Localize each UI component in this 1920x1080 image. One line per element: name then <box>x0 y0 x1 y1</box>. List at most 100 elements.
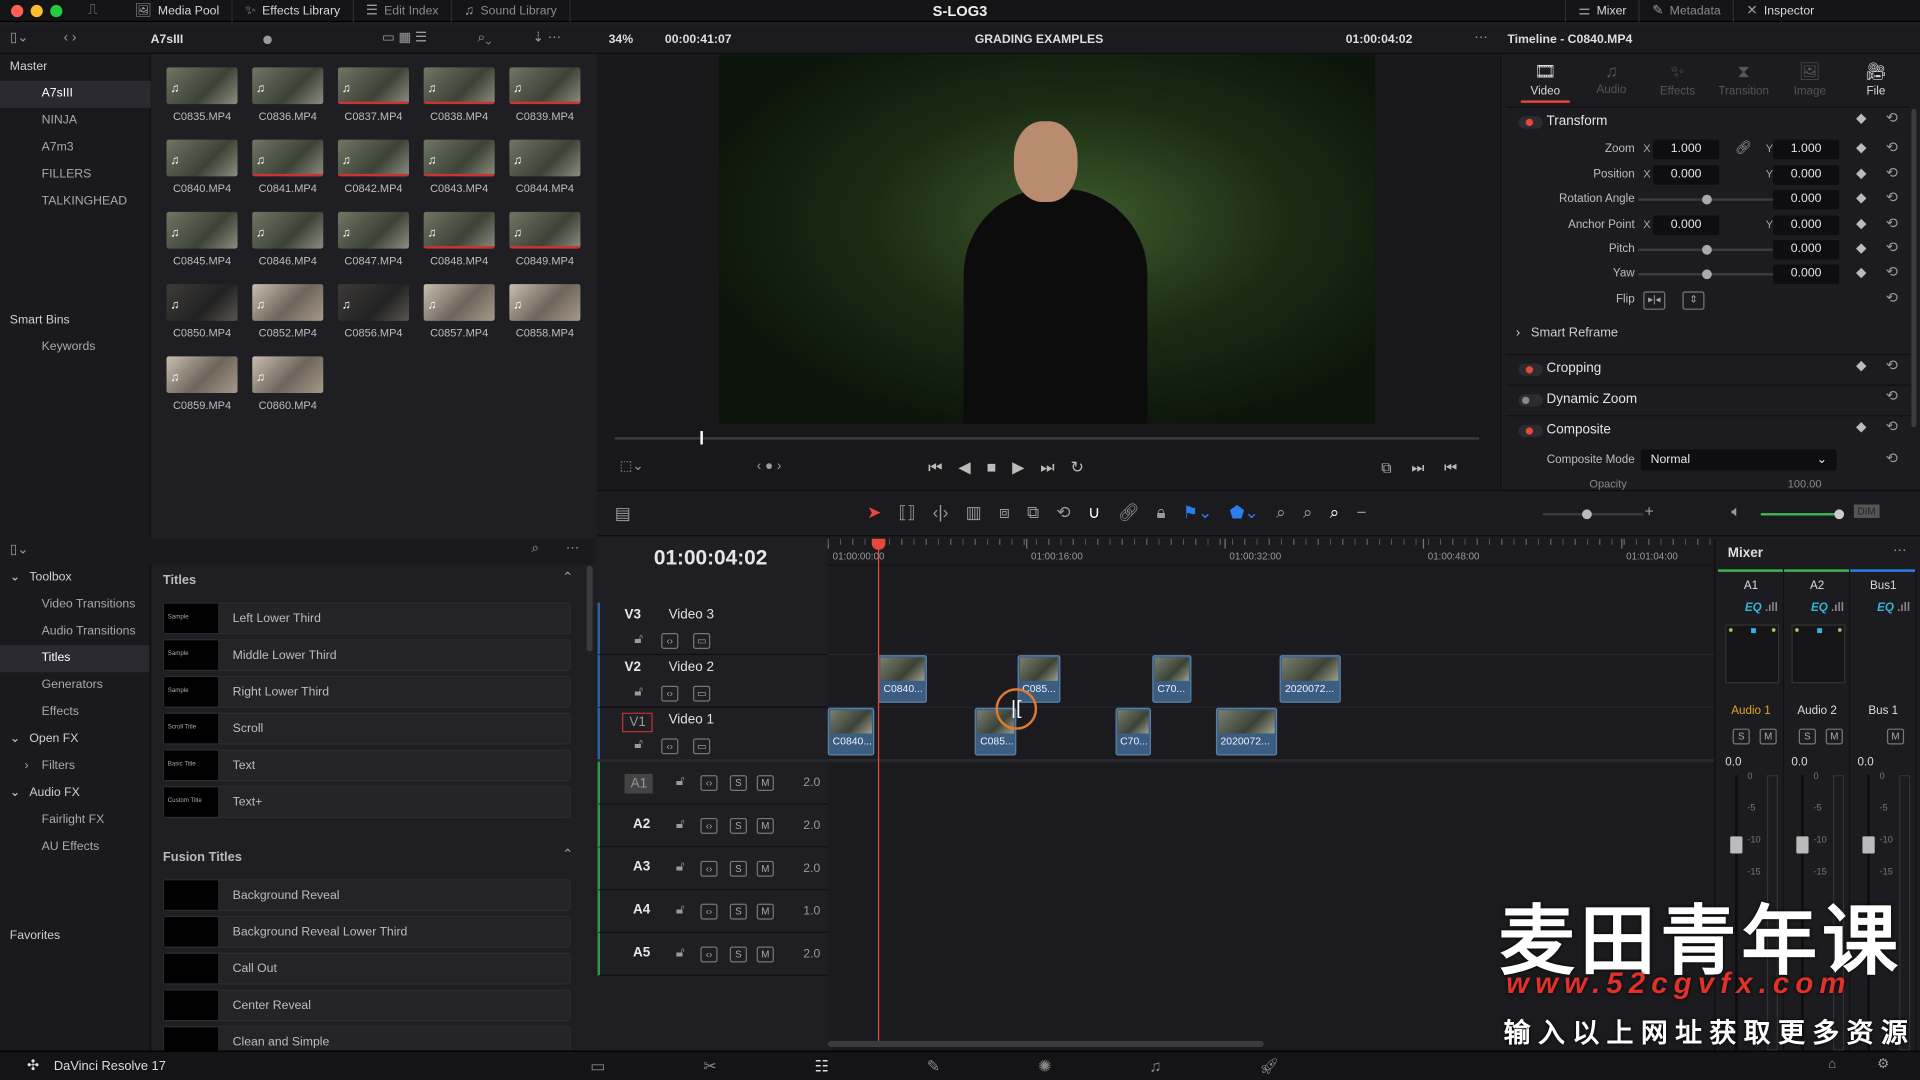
anchor-point-y-field[interactable]: 0.000 <box>1773 215 1840 236</box>
play-reverse-icon[interactable]: ◀ <box>958 458 970 478</box>
effects-tree-item[interactable]: Video Transitions <box>0 591 149 618</box>
lock-icon[interactable]: 🔓︎ <box>676 946 685 960</box>
back-forward-icon[interactable]: ‹ › <box>64 31 77 45</box>
transform-section[interactable]: Transform ⟲ <box>1506 106 1911 136</box>
zoom-out-icon[interactable]: − <box>1356 502 1366 523</box>
reset-icon[interactable]: ⟲ <box>1886 418 1898 435</box>
media-clip-name[interactable]: C0848.MP4 <box>416 255 502 267</box>
track-visibility-icon[interactable]: ▭ <box>693 685 711 702</box>
audio-track-header-a1[interactable]: A1 🔓︎ ‹› S M 2.0 <box>597 761 828 805</box>
auto-select-icon[interactable]: ‹› <box>700 775 718 792</box>
title-item[interactable]: Sample Middle Lower Third <box>162 639 571 672</box>
audio-track-header-a2[interactable]: A2 🔓︎ ‹› S M 2.0 <box>597 804 828 848</box>
master-volume-slider[interactable] <box>1760 509 1845 520</box>
title-item[interactable]: Custom Title Text+ <box>162 786 571 818</box>
anchor-point-x-field[interactable]: 0.000 <box>1653 215 1720 236</box>
timeline-clip[interactable]: C0840... <box>878 655 927 703</box>
zoom-detail-icon[interactable]: ⌕ <box>1303 502 1313 523</box>
media-clip-name[interactable]: C0842.MP4 <box>331 182 417 194</box>
track-destination-toggle[interactable]: A3 <box>633 860 650 875</box>
overwrite-clip-icon[interactable]: ⧉ <box>1027 502 1039 523</box>
media-clip-name[interactable]: C0837.MP4 <box>331 110 417 122</box>
pan-control[interactable] <box>1725 624 1780 684</box>
reset-icon[interactable]: ⟲ <box>1886 387 1898 404</box>
media-clip-name[interactable]: C0856.MP4 <box>331 327 417 339</box>
media-clip-thumbnail[interactable]: ♫ <box>509 139 581 177</box>
media-clip-name[interactable]: C0835.MP4 <box>159 110 245 122</box>
mute-button[interactable]: M <box>756 903 774 920</box>
solo-button[interactable]: S <box>729 817 747 834</box>
smart-bin-item[interactable]: Keywords <box>0 334 151 361</box>
volume-icon[interactable]: 🔈︎ <box>1731 503 1741 519</box>
more-options-icon[interactable]: ⋯ <box>1474 31 1487 45</box>
inspector-scrollbar[interactable] <box>1911 108 1917 428</box>
lock-icon[interactable]: 🔓︎ <box>634 685 643 699</box>
pan-control[interactable] <box>1791 624 1846 684</box>
sidebar-toggle-icon[interactable]: ▯⌄ <box>10 31 29 45</box>
effects-options-icon[interactable]: ⋯ <box>566 542 579 555</box>
zoom-in-icon[interactable]: + <box>1644 503 1653 519</box>
volume-fader[interactable] <box>1730 836 1743 854</box>
media-clip-thumbnail[interactable]: ♫ <box>423 139 495 177</box>
timeline-clip[interactable]: C70... <box>1152 655 1191 703</box>
settings-gear-icon[interactable]: ⚙ <box>1877 1057 1889 1071</box>
effects-tree-item[interactable]: Audio Transitions <box>0 618 149 645</box>
media-clip-name[interactable]: C0838.MP4 <box>416 110 502 122</box>
media-clip-thumbnail[interactable]: ♫ <box>423 284 495 321</box>
solo-button[interactable]: S <box>729 946 747 963</box>
lock-icon[interactable]: 🔓︎ <box>676 903 685 917</box>
title-item[interactable]: Sample Left Lower Third <box>162 602 571 635</box>
dynamic-zoom-toggle[interactable] <box>1518 394 1543 407</box>
fusion-title-item[interactable]: Background Reveal Lower Third <box>162 915 571 948</box>
track-destination-toggle[interactable]: A5 <box>633 945 650 960</box>
edit-page-icon[interactable]: ☷ <box>815 1057 829 1077</box>
mute-button[interactable]: M <box>756 860 774 877</box>
cut-page-icon[interactable]: ✂︎ <box>703 1057 716 1077</box>
eq-button[interactable]: EQ .ıll <box>1811 601 1844 614</box>
solo-button[interactable]: S <box>1798 728 1816 745</box>
fusion-title-item[interactable]: Center Reveal <box>162 989 571 1022</box>
media-clip-thumbnail[interactable]: ♫ <box>509 67 581 105</box>
sort-icon[interactable]: ⇣ ⋯ <box>533 31 562 45</box>
mixer-options-icon[interactable]: ⋯ <box>1893 544 1906 558</box>
auto-select-icon[interactable]: ‹› <box>700 946 718 963</box>
video-track-header-v2[interactable]: V2 Video 2 🔓︎ ‹› ▭ <box>597 655 828 708</box>
deliver-page-icon[interactable]: 🚀︎ <box>1259 1057 1279 1077</box>
media-page-icon[interactable]: ▭ <box>590 1057 605 1077</box>
yaw-slider[interactable] <box>1638 269 1774 280</box>
cropping-toggle[interactable] <box>1518 363 1543 376</box>
dim-button[interactable]: DIM <box>1853 504 1880 518</box>
lock-icon[interactable]: 🔓︎ <box>634 738 643 751</box>
tab-metadata[interactable]: ✎ Metadata <box>1638 0 1733 23</box>
timeline-selector[interactable]: GRADING EXAMPLES <box>975 33 1104 46</box>
mute-button[interactable]: M <box>756 817 774 834</box>
rotation-field[interactable]: 0.000 <box>1773 189 1840 210</box>
next-edit-icon[interactable]: ⏭ <box>1411 459 1424 477</box>
zoom-full-icon[interactable]: ⌕ <box>1276 502 1286 523</box>
keyframe-nav-icon[interactable]: ‹ ● › <box>757 460 782 473</box>
viewer-zoom[interactable]: 34% <box>609 33 634 46</box>
media-clip-name[interactable]: C0843.MP4 <box>416 182 502 194</box>
playhead[interactable] <box>872 538 886 1041</box>
solo-button[interactable]: S <box>729 903 747 920</box>
reset-icon[interactable]: ⟲ <box>1886 189 1898 206</box>
snapping-icon[interactable]: ∪ <box>1088 502 1101 523</box>
titles-section-header[interactable]: Titles <box>163 573 196 588</box>
tab-mixer[interactable]: ⚌ Mixer <box>1564 0 1639 23</box>
stop-icon[interactable]: ■ <box>987 458 997 478</box>
audio-track-header-a3[interactable]: A3 🔓︎ ‹› S M 2.0 <box>597 847 828 891</box>
effects-tree-item[interactable]: Effects <box>0 699 149 726</box>
inspector-tab-image[interactable]: 🖼︎ Image <box>1778 61 1842 98</box>
media-clip-thumbnail[interactable]: ♫ <box>337 284 409 321</box>
lock-icon[interactable]: 🔓︎ <box>676 860 685 874</box>
volume-fader[interactable] <box>1796 836 1809 854</box>
rotation-slider[interactable] <box>1638 194 1774 205</box>
media-clip-thumbnail[interactable]: ♫ <box>252 356 324 394</box>
solo-button[interactable]: S <box>1732 728 1750 745</box>
replace-clip-icon[interactable]: ⟲ <box>1056 502 1070 523</box>
linked-selection-icon[interactable]: 🔗︎ <box>1118 502 1140 523</box>
auto-select-icon[interactable]: ‹› <box>700 817 718 834</box>
media-clip-thumbnail[interactable]: ♫ <box>337 67 409 105</box>
position-x-field[interactable]: 0.000 <box>1653 165 1720 185</box>
tab-edit-index[interactable]: ☰ Edit Index <box>354 0 453 23</box>
